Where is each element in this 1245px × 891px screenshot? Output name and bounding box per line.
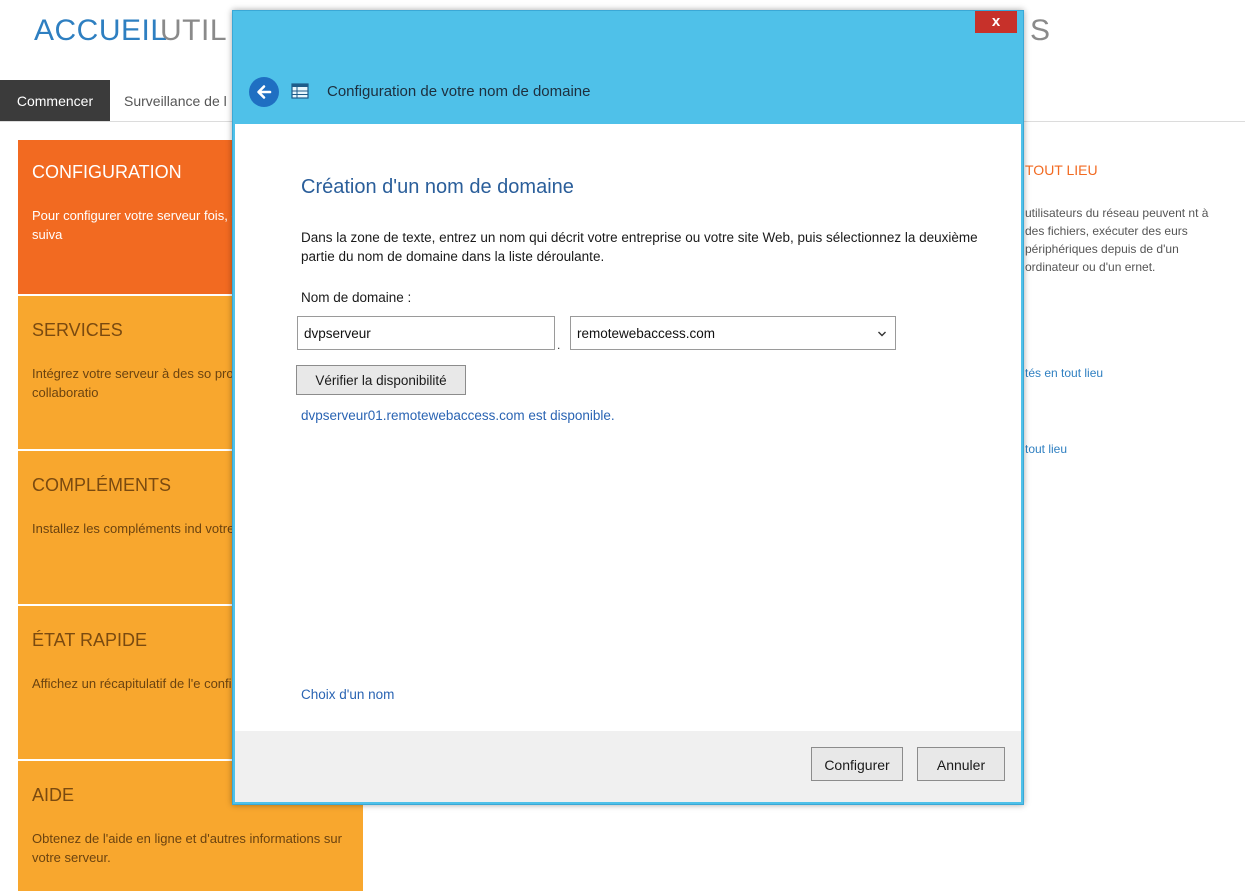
page-heading: Création d'un nom de domaine [301,176,574,198]
tile-title: COMPLÉMENTS [32,475,172,495]
back-button[interactable] [249,77,279,107]
right-panel-link[interactable]: tés en tout lieu [1025,366,1103,380]
chevron-down-icon [878,331,886,337]
check-availability-button[interactable]: Vérifier la disponibilité [296,365,466,395]
tile-title: AIDE [32,785,75,805]
right-panel-description: utilisateurs du réseau peuvent nt à des … [1025,206,1209,274]
dialog-body: Création d'un nom de domaine Dans la zon… [235,124,1021,731]
right-panel-title: TOUT LIEU [1025,162,1098,178]
domain-name-label: Nom de domaine : [301,290,412,305]
instructions-text: Dans la zone de texte, entrez un nom qui… [301,230,978,264]
tab-surveillance[interactable]: Surveillance de l [124,80,227,122]
availability-result: dvpserveur01.remotewebaccess.com est dis… [301,408,615,423]
domain-suffix-select[interactable]: remotewebaccess.com [570,316,896,350]
tile-title: CONFIGURATION [32,162,182,182]
nav-accueil[interactable]: ACCUEIL [34,14,168,48]
tile-title: ÉTAT RAPIDE [32,630,148,650]
arrow-left-icon [257,85,272,99]
domain-separator: . [557,338,561,352]
nav-fragment[interactable]: S [1030,14,1051,48]
close-button[interactable]: x [975,11,1017,33]
domain-wizard-dialog: x Configuration de votre nom de domaine … [232,10,1024,805]
dialog-header: Configuration de votre nom de domaine [233,69,1023,123]
nav-utilisateurs[interactable]: UTIL [160,14,227,48]
dialog-footer: Configurer Annuler [235,731,1021,802]
domain-name-input[interactable]: dvpserveur [297,316,555,350]
dialog-title: Configuration de votre nom de domaine [327,83,591,100]
wizard-icon [291,83,309,99]
tab-commencer[interactable]: Commencer [0,80,110,122]
tile-title: SERVICES [32,320,123,340]
tile-description: Obtenez de l'aide en ligne et d'autres i… [32,831,342,865]
choose-name-link[interactable]: Choix d'un nom [301,687,394,702]
configure-button[interactable]: Configurer [811,747,903,781]
cancel-button[interactable]: Annuler [917,747,1005,781]
domain-suffix-value: remotewebaccess.com [577,326,716,341]
right-panel-link[interactable]: tout lieu [1025,442,1067,456]
